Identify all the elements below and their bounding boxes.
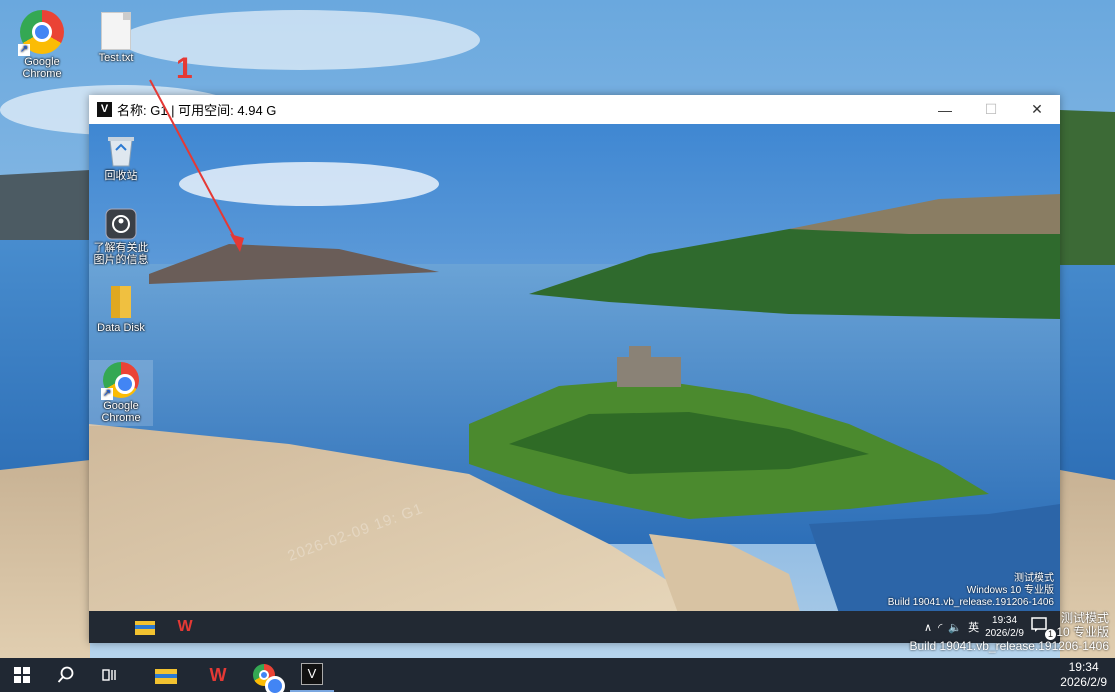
chrome-icon [253, 664, 285, 696]
annotation-number: 1 [176, 52, 193, 85]
wps-office-button[interactable]: W [196, 658, 240, 692]
chrome-taskbar-button[interactable] [242, 658, 286, 696]
inner-icon-google-chrome[interactable]: ↗ Google Chrome [89, 360, 153, 426]
remote-file-explorer-button[interactable] [125, 611, 165, 643]
watermark-line: 测试模式 [1060, 611, 1109, 625]
file-explorer-icon [155, 669, 177, 684]
watermark-line: Windows 10 专业版 [966, 585, 1054, 596]
start-button[interactable] [0, 658, 44, 692]
taskbar: W V 19:34 2026/2/9 [0, 658, 1115, 696]
desktop-icon-label: Test.txt [98, 52, 134, 64]
v-app-icon: V [301, 663, 323, 685]
chrome-icon: ↗ [101, 362, 139, 400]
desktop-icon-label: Data Disk [97, 322, 145, 334]
v-app-icon: V [97, 102, 112, 117]
remote-wallpaper [89, 124, 1060, 643]
desktop-icon-label: Google Chrome [22, 56, 62, 80]
close-button[interactable]: ✕ [1014, 95, 1060, 124]
window-title: 名称: G1 | 可用空间: 4.94 G [117, 103, 277, 118]
watermark-line: Build 19041.vb_release.191206-1406 [909, 639, 1110, 653]
info-camera-icon [105, 208, 137, 240]
recycle-bin-icon [104, 132, 138, 168]
clock-time: 19:34 [1068, 660, 1099, 674]
v-app-taskbar-button[interactable]: V [290, 658, 334, 692]
watermark-line: 测试模式 [1014, 573, 1054, 584]
chrome-icon: ↗ [18, 10, 64, 56]
remote-wps-button[interactable]: W [165, 611, 205, 643]
taskbar-clock[interactable]: 19:34 2026/2/9 [1060, 660, 1107, 690]
watermark-line: Build 19041.vb_release.191206-1406 [887, 597, 1054, 608]
inner-icon-data-disk[interactable]: Data Disk [89, 284, 153, 334]
clock-date: 2026/2/9 [1060, 675, 1107, 689]
inner-icon-recycle-bin[interactable]: 回收站 [89, 132, 153, 182]
window-titlebar[interactable]: V 名称: G1 | 可用空间: 4.94 G — ☐ ✕ [89, 95, 1060, 124]
v-remote-window[interactable]: V 名称: G1 | 可用空间: 4.94 G — ☐ ✕ 回收站 了解有关此图… [89, 95, 1060, 643]
watermark-line: 10 专业版 [1056, 625, 1109, 639]
shortcut-arrow-icon: ↗ [101, 388, 113, 400]
search-button[interactable] [44, 658, 88, 692]
wps-icon: W [209, 664, 227, 685]
inner-icon-spotlight-info[interactable]: 了解有关此图片的信息 [89, 208, 153, 266]
wps-icon: W [177, 618, 193, 635]
system-tray: 19:34 2026/2/9 [1060, 658, 1107, 692]
file-explorer-icon [135, 621, 155, 635]
host-test-mode-watermark: 测试模式 10 专业版 Build 19041.vb_release.19120… [910, 611, 1110, 653]
shortcut-arrow-icon: ↗ [18, 44, 30, 56]
desktop-icon-test-txt[interactable]: Test.txt [84, 12, 148, 64]
task-view-button[interactable] [88, 658, 132, 692]
text-file-icon [101, 12, 131, 50]
search-icon [57, 666, 74, 683]
windows-logo-icon [14, 667, 30, 683]
file-explorer-button[interactable] [144, 658, 188, 692]
desktop-icon-google-chrome[interactable]: ↗ Google Chrome [10, 10, 74, 80]
folder-icon [108, 284, 134, 320]
remote-desktop-view[interactable]: 回收站 了解有关此图片的信息 Data Disk ↗ Google Chrome… [89, 124, 1060, 643]
desktop-icon-label: 回收站 [104, 170, 138, 182]
maximize-button[interactable]: ☐ [968, 95, 1014, 124]
desktop-icon-label: Google Chrome [101, 400, 141, 424]
minimize-button[interactable]: — [922, 95, 968, 124]
task-view-icon [102, 669, 116, 681]
test-mode-watermark: 测试模式 Windows 10 专业版 Build 19041.vb_relea… [888, 573, 1054, 609]
desktop-icon-label: 了解有关此图片的信息 [93, 242, 149, 266]
